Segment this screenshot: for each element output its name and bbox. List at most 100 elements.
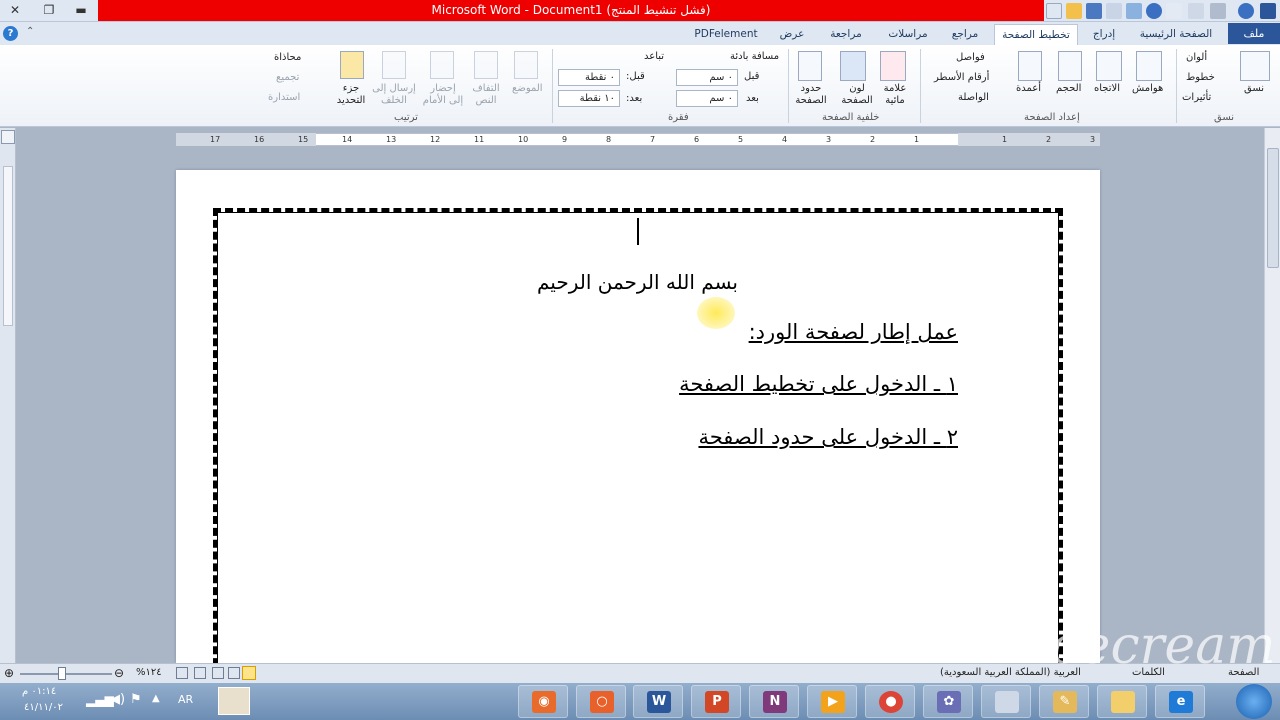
- spacing-after-input[interactable]: ١٠ نقطة: [558, 90, 620, 107]
- page-color-icon[interactable]: [840, 51, 866, 81]
- size-icon[interactable]: [1058, 51, 1082, 81]
- wrap-text-icon[interactable]: [474, 51, 498, 79]
- doc-line-heading[interactable]: عمل إطار لصفحة الورد:: [749, 320, 958, 344]
- taskbar-media[interactable]: ▶: [807, 685, 857, 718]
- margins-icon[interactable]: [1136, 51, 1162, 81]
- margins-button[interactable]: هوامش: [1132, 83, 1163, 94]
- tab-file[interactable]: ملف: [1228, 23, 1280, 44]
- snipping-tool-icon[interactable]: [218, 687, 250, 715]
- minimize-ribbon-icon[interactable]: ⌃: [26, 26, 34, 37]
- tab-page-layout[interactable]: تخطيط الصفحة: [994, 24, 1078, 45]
- position-button[interactable]: الموضع: [512, 83, 543, 94]
- zoom-slider[interactable]: [20, 673, 112, 675]
- taskbar-explorer[interactable]: [1097, 685, 1147, 718]
- outline-view-icon[interactable]: [194, 667, 206, 679]
- hyphenation-button[interactable]: الواصلة: [958, 92, 989, 103]
- tab-insert[interactable]: إدراج: [1084, 24, 1124, 45]
- doc-line-basmala[interactable]: بسم الله الرحمن الرحيم: [537, 270, 738, 294]
- redo-icon[interactable]: [1146, 3, 1162, 19]
- ruler-toggle-icon[interactable]: [1, 130, 15, 144]
- customize-qat-icon[interactable]: [1046, 3, 1062, 19]
- open-icon[interactable]: [1066, 3, 1082, 19]
- volume-icon[interactable]: ◀): [110, 692, 125, 707]
- watermark-icon[interactable]: [880, 51, 906, 81]
- line-numbers-button[interactable]: أرقام الأسطر: [934, 72, 989, 83]
- indent-before-input[interactable]: ٠ سم: [676, 69, 738, 86]
- taskbar-paint[interactable]: ✎: [1039, 685, 1089, 718]
- doc-line-step2[interactable]: ٢ ـ الدخول على حدود الصفحة: [698, 425, 958, 449]
- taskbar-chrome[interactable]: ●: [865, 685, 915, 718]
- help-icon[interactable]: ?: [3, 26, 18, 41]
- indent-after-input[interactable]: ٠ سم: [676, 90, 738, 107]
- position-icon[interactable]: [514, 51, 538, 79]
- send-backward-button[interactable]: إرسال إلى الخلف: [372, 83, 416, 107]
- scrollbar-thumb[interactable]: [1267, 148, 1279, 268]
- quick-print-icon[interactable]: [1188, 3, 1204, 19]
- clock-date[interactable]: ٤١/١١/٠٢: [24, 702, 63, 713]
- watermark-button[interactable]: علامة مائية: [880, 83, 910, 107]
- taskbar-docs[interactable]: [981, 685, 1031, 718]
- page-borders-icon[interactable]: [798, 51, 822, 81]
- send-backward-icon[interactable]: [382, 51, 406, 79]
- zoom-in-icon[interactable]: ⊕: [4, 666, 14, 680]
- full-screen-reading-icon[interactable]: [228, 667, 240, 679]
- spelling-icon[interactable]: [1126, 3, 1142, 19]
- clock-time[interactable]: ٠١:١٤ م: [22, 686, 56, 697]
- selection-pane-icon[interactable]: [340, 51, 364, 79]
- bring-forward-button[interactable]: إحضار إلى الأمام: [422, 83, 464, 107]
- taskbar-recorder[interactable]: ◉: [518, 685, 568, 718]
- wrap-text-button[interactable]: التفاف النص: [470, 83, 502, 107]
- taskbar-onenote[interactable]: N: [749, 685, 799, 718]
- orientation-button[interactable]: الاتجاه: [1094, 83, 1120, 94]
- bring-forward-icon[interactable]: [430, 51, 454, 79]
- theme-colors-button[interactable]: ألوان: [1186, 52, 1207, 63]
- rotate-button[interactable]: استدارة: [268, 92, 300, 103]
- action-center-flag-icon[interactable]: ⚑: [130, 692, 142, 707]
- tab-view[interactable]: عرض: [770, 24, 814, 45]
- theme-effects-button[interactable]: تأثيرات: [1182, 92, 1211, 103]
- size-button[interactable]: الحجم: [1056, 83, 1081, 94]
- taskbar-app[interactable]: ✿: [923, 685, 973, 718]
- tab-home[interactable]: الصفحة الرئيسية: [1128, 24, 1224, 45]
- format-icon[interactable]: [1166, 3, 1182, 19]
- vertical-scrollbar[interactable]: [1264, 128, 1280, 663]
- page-color-button[interactable]: لون الصفحة: [840, 83, 874, 107]
- tab-review[interactable]: مراجعة: [820, 24, 872, 45]
- doc-line-step1[interactable]: ١ ـ الدخول على تخطيط الصفحة: [679, 372, 958, 396]
- selection-pane-button[interactable]: جزء التحديد: [334, 83, 368, 107]
- breaks-button[interactable]: فواصل: [956, 52, 985, 63]
- arrow-up-icon[interactable]: ▲: [152, 693, 160, 704]
- tab-references[interactable]: مراجع: [942, 24, 988, 45]
- columns-button[interactable]: أعمدة: [1016, 83, 1041, 94]
- themes-button-label[interactable]: نسق: [1244, 83, 1264, 94]
- zoom-slider-thumb[interactable]: [58, 667, 66, 680]
- web-layout-icon[interactable]: [212, 667, 224, 679]
- input-language[interactable]: AR: [178, 693, 193, 706]
- zoom-out-icon[interactable]: ⊖: [114, 666, 124, 680]
- page-borders-button[interactable]: حدود الصفحة: [794, 83, 828, 107]
- taskbar-word[interactable]: W: [633, 685, 683, 718]
- save-icon[interactable]: [1086, 3, 1102, 19]
- theme-fonts-button[interactable]: خطوط: [1186, 72, 1215, 83]
- tab-pdfelement[interactable]: PDFelement: [690, 24, 762, 45]
- printer-icon[interactable]: [1210, 3, 1226, 19]
- tab-mailings[interactable]: مراسلات: [880, 24, 936, 45]
- orientation-icon[interactable]: [1096, 51, 1122, 81]
- taskbar-powerpoint[interactable]: P: [691, 685, 741, 718]
- taskbar-ie[interactable]: e: [1155, 685, 1205, 718]
- columns-icon[interactable]: [1018, 51, 1042, 81]
- close-window-icon[interactable]: ✕: [6, 2, 24, 19]
- taskbar-recorder-2[interactable]: ○: [576, 685, 626, 718]
- print-layout-icon[interactable]: [242, 666, 256, 680]
- spacing-before-input[interactable]: ٠ نقطة: [558, 69, 620, 86]
- group-button[interactable]: تجميع: [276, 72, 299, 83]
- themes-icon[interactable]: [1240, 51, 1270, 81]
- start-button[interactable]: [1236, 684, 1272, 719]
- align-button[interactable]: محاذاة: [274, 52, 301, 63]
- zoom-level[interactable]: %١٢٤: [136, 667, 162, 678]
- minimize-window-icon[interactable]: ▬: [72, 2, 90, 19]
- restore-window-icon[interactable]: ❐: [40, 2, 58, 19]
- draft-view-icon[interactable]: [176, 667, 188, 679]
- print-preview-icon[interactable]: [1106, 3, 1122, 19]
- undo-icon[interactable]: [1238, 3, 1254, 19]
